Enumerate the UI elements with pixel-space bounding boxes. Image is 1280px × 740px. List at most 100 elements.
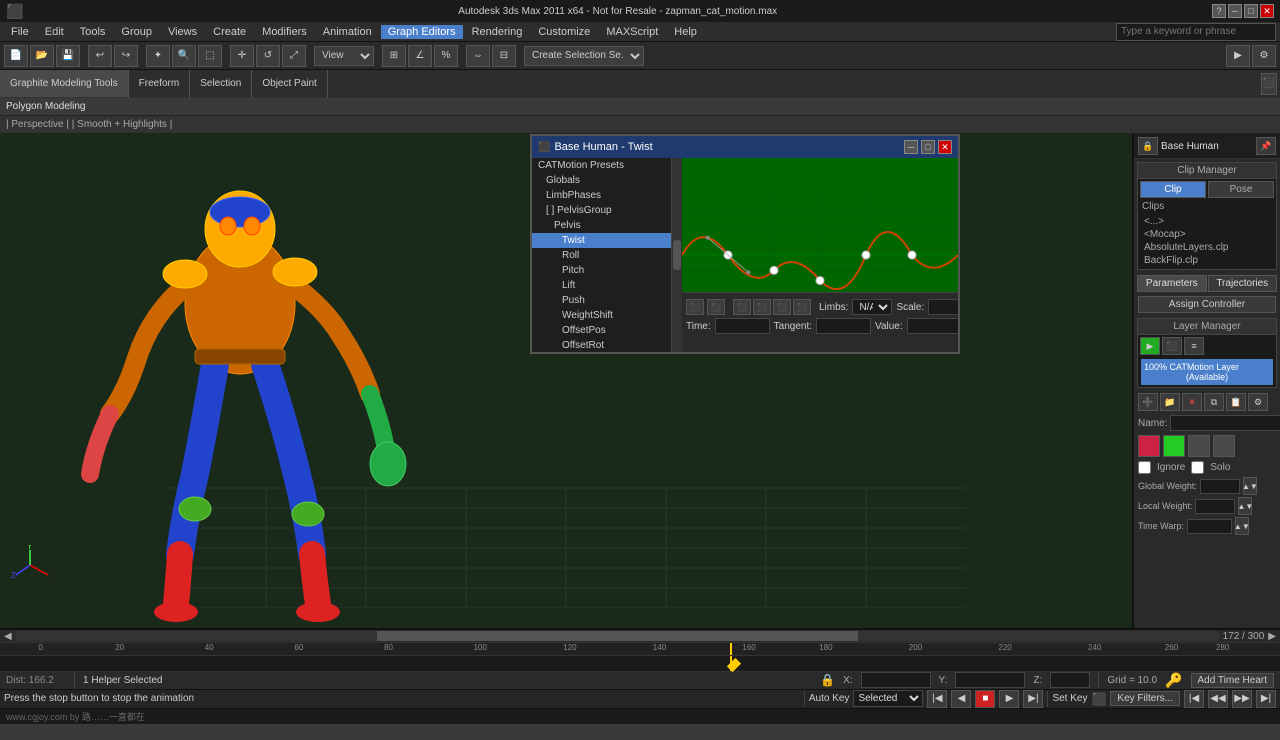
- parameters-tab[interactable]: Parameters: [1137, 275, 1207, 292]
- time-input[interactable]: 0.0: [715, 318, 770, 334]
- menu-modifiers[interactable]: Modifiers: [255, 25, 314, 39]
- layers-icon[interactable]: ≡: [1184, 337, 1204, 355]
- render-button[interactable]: ▶: [1226, 45, 1250, 67]
- play-icon[interactable]: ▶: [1140, 337, 1160, 355]
- menu-graph-editors[interactable]: Graph Editors: [381, 25, 463, 39]
- menu-file[interactable]: File: [4, 25, 36, 39]
- tangent-input[interactable]: 0.0: [816, 318, 871, 334]
- layer-item[interactable]: 100% CATMotion Layer (Available): [1141, 359, 1273, 385]
- dialog-minimize-button[interactable]: ─: [904, 140, 918, 154]
- go-start-button[interactable]: |◀: [927, 690, 947, 708]
- open-button[interactable]: 📂: [30, 45, 54, 67]
- tree-item-presets[interactable]: CATMotion Presets: [532, 158, 671, 173]
- tree-item-lift[interactable]: Lift: [532, 278, 671, 293]
- snap-button[interactable]: ⊞: [382, 45, 406, 67]
- value-input[interactable]: 3.2: [907, 318, 958, 334]
- tree-item-pelvis[interactable]: Pelvis: [532, 218, 671, 233]
- graph-tool3[interactable]: ⬛: [773, 299, 791, 315]
- freeform-tab[interactable]: Freeform: [129, 70, 191, 98]
- menu-maxscript[interactable]: MAXScript: [599, 25, 665, 39]
- close-button[interactable]: ✕: [1260, 4, 1274, 18]
- playback-icon2[interactable]: ◀◀: [1208, 690, 1228, 708]
- graph-tool4[interactable]: ⬛: [793, 299, 811, 315]
- paste-icon[interactable]: 📋: [1226, 393, 1246, 411]
- percent-snap-button[interactable]: %: [434, 45, 458, 67]
- playback-icon3[interactable]: ▶▶: [1232, 690, 1252, 708]
- delete-icon[interactable]: ✕: [1182, 393, 1202, 411]
- color-picker3[interactable]: [1188, 435, 1210, 457]
- clip-item-1[interactable]: <...>: [1140, 215, 1274, 228]
- tree-item-weightshift[interactable]: WeightShift: [532, 308, 671, 323]
- rotate-button[interactable]: ↺: [256, 45, 280, 67]
- settings-icon[interactable]: ⚙: [1248, 393, 1268, 411]
- pin-icon[interactable]: 📌: [1256, 137, 1276, 155]
- tree-item-pelvisgroup[interactable]: [ ] PelvisGroup: [532, 203, 671, 218]
- timeline-ruler[interactable]: 0 20 40 60 80 100 120 140 160 180 200 22…: [0, 643, 1280, 656]
- scroll-thumb[interactable]: [377, 631, 858, 641]
- render-setup-button[interactable]: ⚙: [1252, 45, 1276, 67]
- playhead[interactable]: [730, 643, 732, 655]
- graphite-tab[interactable]: Graphite Modeling Tools: [0, 70, 129, 98]
- time-warp-input[interactable]: 171.27: [1187, 519, 1232, 534]
- playback-icon1[interactable]: |◀: [1184, 690, 1204, 708]
- object-paint-tab[interactable]: Object Paint: [252, 70, 327, 98]
- tree-item-twist-selected[interactable]: Twist: [532, 233, 671, 248]
- mirror-button[interactable]: ⇔: [466, 45, 490, 67]
- clip-item-4[interactable]: BackFlip.clp: [1140, 254, 1274, 267]
- undo-button[interactable]: ↩: [88, 45, 112, 67]
- prev-frame-button[interactable]: ◀: [951, 690, 971, 708]
- z-coord-input[interactable]: 0.0: [1050, 672, 1090, 688]
- menu-rendering[interactable]: Rendering: [465, 25, 530, 39]
- timeline-track[interactable]: [0, 656, 1280, 670]
- clip-item-2[interactable]: <Mocap>: [1140, 228, 1274, 241]
- assign-controller-button[interactable]: Assign Controller: [1138, 296, 1276, 313]
- viewport[interactable]: X Y Z ⬛ Base Human - Twist ─ □ ✕: [0, 134, 1132, 628]
- scroll-track[interactable]: [16, 631, 1219, 641]
- dialog-title-bar[interactable]: ⬛ Base Human - Twist ─ □ ✕: [532, 136, 958, 158]
- record-icon[interactable]: ⬛: [1162, 337, 1182, 355]
- tree-item-pitch[interactable]: Pitch: [532, 263, 671, 278]
- align-button[interactable]: ⊟: [492, 45, 516, 67]
- add-time-heart-button[interactable]: Add Time Heart: [1191, 673, 1274, 688]
- add-layer-icon[interactable]: ➕: [1138, 393, 1158, 411]
- menu-animation[interactable]: Animation: [316, 25, 379, 39]
- copy-icon[interactable]: ⧉: [1204, 393, 1224, 411]
- help-icon[interactable]: ?: [1212, 4, 1226, 18]
- color-picker2[interactable]: [1163, 435, 1185, 457]
- limbs-select[interactable]: N/A: [852, 299, 892, 315]
- key-icon[interactable]: 🔑: [1165, 672, 1182, 689]
- save-button[interactable]: 💾: [56, 45, 80, 67]
- graph-tool1[interactable]: ⬛: [733, 299, 751, 315]
- timeline-scroll[interactable]: ◀ 172 / 300 ▶: [0, 630, 1280, 643]
- menu-edit[interactable]: Edit: [38, 25, 71, 39]
- tree-item-offsetpos[interactable]: OffsetPos: [532, 323, 671, 338]
- y-coord-input[interactable]: 5993.442: [955, 672, 1025, 688]
- maximize-button[interactable]: □: [1244, 4, 1258, 18]
- pose-tab[interactable]: Pose: [1208, 181, 1274, 198]
- color-picker1[interactable]: [1138, 435, 1160, 457]
- graph-tool2[interactable]: ⬛: [753, 299, 771, 315]
- polygon-modeling-toggle[interactable]: ⬛: [1261, 73, 1277, 95]
- tree-scrollbar[interactable]: [672, 158, 682, 352]
- x-coord-input[interactable]: 1641.854: [861, 672, 931, 688]
- dialog-restore-button[interactable]: □: [921, 140, 935, 154]
- solo-checkbox[interactable]: [1191, 461, 1204, 474]
- lock-icon[interactable]: 🔒: [1138, 137, 1158, 155]
- dialog-controls[interactable]: ─ □ ✕: [904, 140, 952, 154]
- tree-item-roll[interactable]: Roll: [532, 248, 671, 263]
- local-weight-input[interactable]: 100.0: [1195, 499, 1235, 514]
- select-button[interactable]: ✦: [146, 45, 170, 67]
- tree-item-limbphases[interactable]: LimbPhases: [532, 188, 671, 203]
- limbs-icon2[interactable]: ⬛: [707, 299, 725, 315]
- ignore-checkbox[interactable]: [1138, 461, 1151, 474]
- next-frame-button[interactable]: ▶: [999, 690, 1019, 708]
- clip-item-3[interactable]: AbsoluteLayers.clp: [1140, 241, 1274, 254]
- playback-icon4[interactable]: ▶|: [1256, 690, 1276, 708]
- angle-snap-button[interactable]: ∠: [408, 45, 432, 67]
- menu-views[interactable]: Views: [161, 25, 204, 39]
- search-input[interactable]: [1116, 23, 1276, 41]
- global-weight-input[interactable]: 100.0: [1200, 479, 1240, 494]
- trajectories-tab[interactable]: Trajectories: [1208, 275, 1278, 292]
- dialog-close-button[interactable]: ✕: [938, 140, 952, 154]
- move-button[interactable]: ✛: [230, 45, 254, 67]
